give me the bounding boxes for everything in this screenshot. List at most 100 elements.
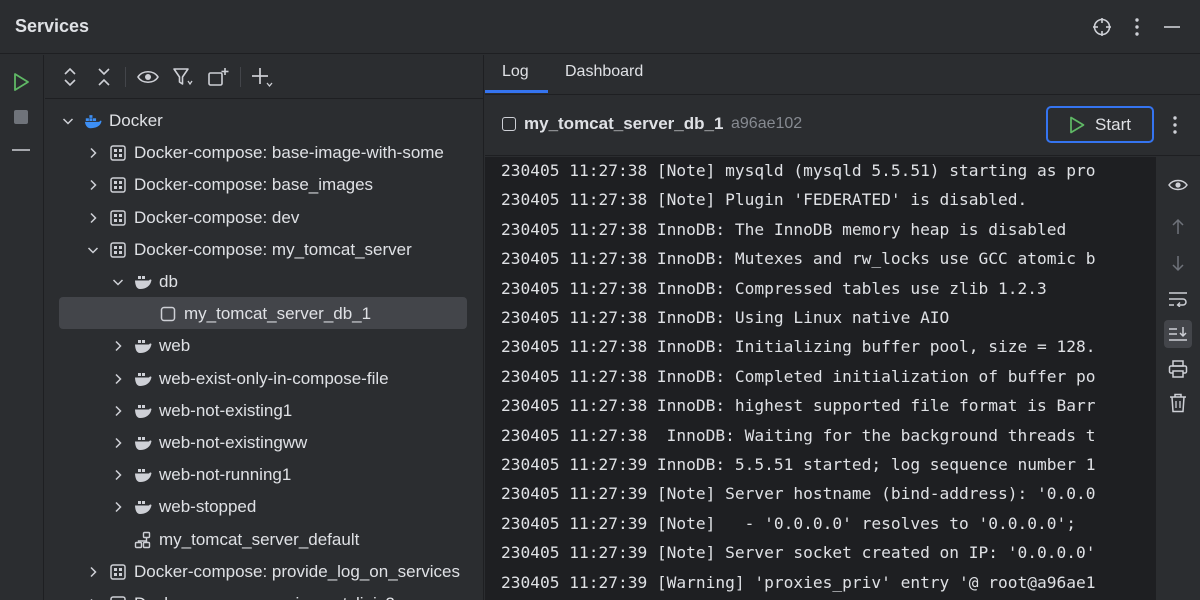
compose-icon — [109, 209, 127, 227]
service-icon — [134, 434, 152, 452]
expand-all-icon[interactable] — [57, 64, 83, 90]
log-line: 230405 11:27:38 InnoDB: The InnoDB memor… — [501, 219, 1067, 239]
eye-icon[interactable] — [1164, 171, 1192, 199]
service-icon — [134, 273, 152, 291]
panel-title: Services — [15, 16, 90, 36]
chevron-right-icon — [90, 566, 97, 577]
tree-row[interactable]: web-exist-only-in-compose-file — [45, 363, 483, 395]
tree-row[interactable]: Docker-compose: my_tomcat_server — [45, 234, 483, 266]
start-button[interactable]: Start — [1046, 106, 1154, 143]
chevron-down-icon — [87, 247, 99, 254]
active-tab-indicator — [485, 90, 548, 93]
tab-log[interactable]: Log — [502, 63, 529, 81]
eye-icon[interactable] — [135, 64, 161, 90]
network-icon — [134, 531, 152, 549]
tree-row-toggle[interactable] — [86, 178, 100, 192]
tree-toolbar — [45, 55, 483, 99]
stop-icon[interactable] — [9, 105, 33, 129]
tree-row-label: Docker-compose: spring-petclinic2 — [134, 594, 395, 600]
tree-row-toggle[interactable] — [86, 211, 100, 225]
compose-icon — [109, 176, 127, 194]
log-line: 230405 11:27:38 InnoDB: Waiting for the … — [501, 425, 1096, 445]
log-toolbar — [1156, 157, 1200, 600]
tree-row-toggle[interactable] — [111, 275, 125, 289]
container-name: my_tomcat_server_db_1 — [524, 114, 724, 133]
tree-row-toggle[interactable] — [111, 500, 125, 514]
tree-row-toggle[interactable] — [111, 404, 125, 418]
tree-row-toggle[interactable] — [111, 436, 125, 450]
tree-row-label: web — [159, 336, 191, 356]
log-line: 230405 11:27:38 InnoDB: Compressed table… — [501, 278, 1047, 298]
tree-row-label: web-not-existing1 — [159, 400, 293, 420]
chevron-right-icon — [90, 148, 97, 159]
arrow-down-icon[interactable] — [1164, 249, 1192, 277]
chevron-right-icon — [115, 470, 122, 481]
chevron-right-icon — [115, 405, 122, 416]
soft-wrap-icon[interactable] — [1164, 285, 1192, 313]
tree-row-toggle[interactable] — [111, 468, 125, 482]
tree-row[interactable]: web-not-existing1 — [45, 395, 483, 427]
log-line: 230405 11:27:39 [Warning] 'proxies_priv'… — [501, 572, 1096, 592]
tree-row[interactable]: Docker-compose: base_images — [45, 169, 483, 201]
chevron-right-icon — [90, 180, 97, 191]
compose-icon — [109, 563, 127, 581]
minimize-icon[interactable] — [1159, 14, 1185, 40]
container-icon — [159, 305, 177, 323]
details-tabs: Log Dashboard — [485, 55, 1200, 95]
tree-row-toggle — [111, 533, 125, 547]
tree-row-label: Docker-compose: base_images — [134, 175, 374, 195]
service-icon — [135, 372, 152, 386]
tree-row[interactable]: web-stopped — [45, 491, 483, 523]
tree-row[interactable]: web-not-existingww — [45, 427, 483, 459]
tree-row[interactable]: web — [45, 330, 483, 362]
tree-row[interactable]: db — [45, 266, 483, 298]
new-group-icon[interactable] — [205, 64, 231, 90]
tree-row-toggle[interactable] — [86, 146, 100, 160]
compose-icon — [109, 144, 127, 162]
tree-row-toggle[interactable] — [86, 565, 100, 579]
tree-row[interactable]: Docker-compose: provide_log_on_services — [45, 556, 483, 588]
add-service-icon[interactable] — [249, 64, 275, 90]
docker-icon — [84, 115, 102, 129]
service-icon — [134, 498, 152, 516]
print-icon[interactable] — [1164, 355, 1192, 383]
network-icon — [134, 531, 151, 548]
service-icon — [135, 437, 152, 450]
toolbar-separator — [240, 67, 241, 87]
chevron-right-icon — [90, 212, 97, 223]
tree-row[interactable]: Docker-compose: base-image-with-some — [45, 137, 483, 169]
run-icon[interactable] — [9, 70, 33, 94]
tree-row[interactable]: web-not-running1 — [45, 459, 483, 491]
tree-row[interactable]: Docker-compose: spring-petclinic2 — [45, 588, 483, 600]
tree-row[interactable]: my_tomcat_server_default — [45, 524, 483, 556]
compose-icon — [110, 209, 126, 226]
compose-icon — [110, 564, 126, 580]
minus-icon[interactable] — [9, 138, 33, 162]
service-icon — [134, 370, 152, 388]
more-vertical-icon[interactable] — [1165, 112, 1185, 138]
action-strip — [0, 55, 44, 600]
tree-row-toggle[interactable] — [61, 114, 75, 128]
trash-icon[interactable] — [1164, 389, 1192, 417]
log-output[interactable]: 230405 11:27:38 [Note] mysqld (mysqld 5.… — [485, 157, 1156, 600]
tree-row-toggle[interactable] — [86, 243, 100, 257]
arrow-up-icon[interactable] — [1164, 213, 1192, 241]
more-vertical-icon[interactable] — [1124, 14, 1150, 40]
tree-row-label: web-stopped — [159, 497, 257, 517]
tree-row[interactable]: my_tomcat_server_db_1 — [45, 298, 483, 330]
tree-row-label: Docker-compose: dev — [134, 207, 300, 227]
tree-row[interactable]: Docker-compose: dev — [45, 202, 483, 234]
service-icon — [135, 404, 152, 418]
collapse-all-icon[interactable] — [91, 64, 117, 90]
filter-icon[interactable] — [170, 64, 196, 90]
details-panel: Log Dashboard my_tomcat_server_db_1 a96a… — [485, 55, 1200, 600]
tab-dashboard[interactable]: Dashboard — [565, 63, 643, 81]
tree-row-label: web-not-existingww — [159, 433, 308, 452]
services-header: Services — [0, 0, 1200, 54]
scroll-to-end-icon[interactable] — [1164, 320, 1192, 348]
log-line: 230405 11:27:38 InnoDB: highest supporte… — [501, 396, 1096, 416]
crosshair-icon[interactable] — [1089, 14, 1115, 40]
tree-row-toggle[interactable] — [111, 339, 125, 353]
tree-row-toggle[interactable] — [111, 372, 125, 386]
tree-row[interactable]: Docker — [45, 105, 483, 137]
